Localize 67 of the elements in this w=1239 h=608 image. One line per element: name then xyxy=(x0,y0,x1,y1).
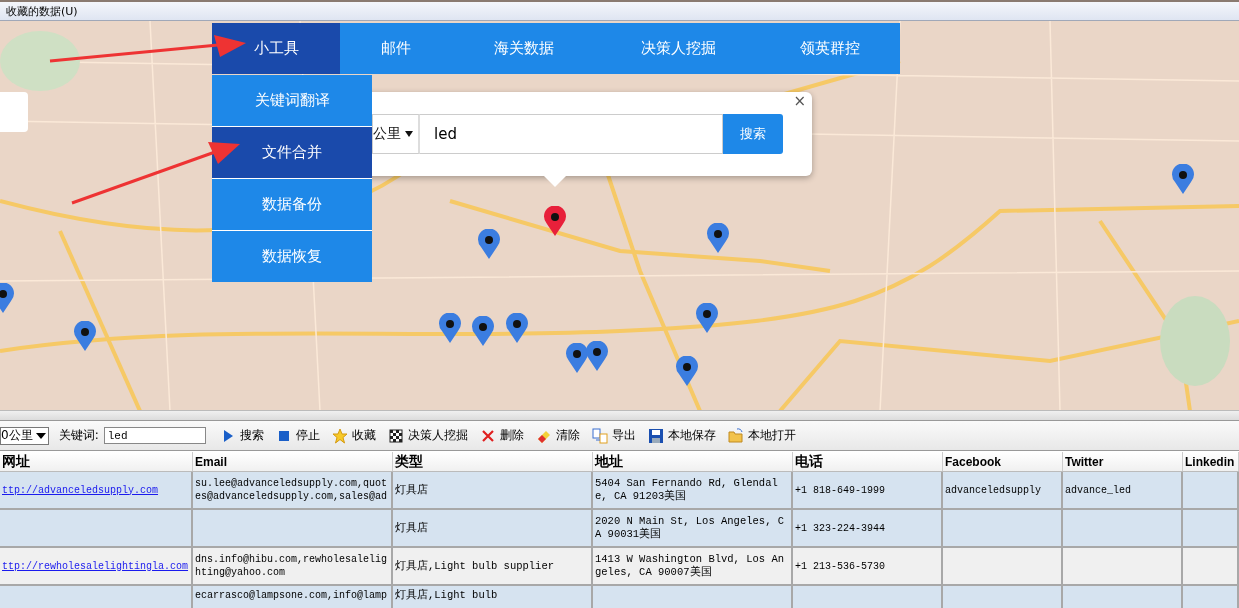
map-pin-icon[interactable] xyxy=(544,206,566,236)
flag-icon xyxy=(387,427,404,444)
close-icon[interactable]: × xyxy=(793,92,806,110)
table-cell: +1 213-536-5730 xyxy=(795,559,885,573)
map-pin-icon[interactable] xyxy=(478,229,500,259)
column-header[interactable]: Twitter xyxy=(1063,452,1183,471)
toolbar-button[interactable]: 收藏 xyxy=(327,424,382,447)
export-icon xyxy=(591,427,608,444)
toolbar-button[interactable]: 搜索 xyxy=(215,424,270,447)
menu-item[interactable]: 数据恢复 xyxy=(212,231,372,282)
toolbar-button[interactable]: 停止 xyxy=(271,424,326,447)
map-pin-icon[interactable] xyxy=(676,356,698,386)
caret-icon xyxy=(35,432,46,439)
map-pin-icon[interactable] xyxy=(439,313,461,343)
table-cell: ecarrasco@lampsone.com,info@lamp xyxy=(195,589,388,602)
menu-item[interactable]: 收藏的数据(U) xyxy=(6,3,78,19)
toolbar-button[interactable]: 清除 xyxy=(531,424,586,447)
table-cell: 灯具店 xyxy=(395,483,428,497)
table-cell: dns.info@hibu.com,rewholesalelighting@yahoo.com xyxy=(195,553,389,579)
toolbar-button[interactable]: 本地打开 xyxy=(723,424,802,447)
menu-item[interactable]: 文件合并 xyxy=(212,127,372,178)
column-header[interactable]: Email xyxy=(193,452,393,471)
keyword-label: 关键词: xyxy=(58,427,99,444)
column-header[interactable]: 类型 xyxy=(393,452,593,471)
horizontal-scrollbar[interactable] xyxy=(0,410,1239,421)
table-cell: 灯具店,Light bulb supplier xyxy=(395,559,555,573)
table-cell-text: 1413 W Washington Blvd, Los Angeles, CA 90007美国 xyxy=(595,553,786,579)
column-header[interactable]: 网址 xyxy=(0,452,193,471)
map-pin-icon[interactable] xyxy=(566,343,588,373)
table-cell: 灯具店 xyxy=(395,521,428,535)
toolbar-button[interactable]: 决策人挖掘 xyxy=(383,424,474,447)
search-button[interactable]: 搜索 xyxy=(723,114,783,154)
table-cell-text: 5404 San Fernando Rd, Glendale, CA 91203美国 xyxy=(595,477,779,503)
website-link[interactable]: ttp://rewholesalelightingla.com xyxy=(2,559,189,573)
website-link[interactable]: ttp://advanceledsupply.com xyxy=(2,483,159,497)
map-pin-icon[interactable] xyxy=(74,321,96,351)
table-cell-text: 2020 N Main St, Los Angeles, CA 90031美国 xyxy=(595,515,786,541)
column-header[interactable]: 电话 xyxy=(793,452,943,471)
nav-tab[interactable]: 小工具 xyxy=(212,23,340,74)
cross-icon xyxy=(479,427,496,444)
star-icon xyxy=(331,427,348,444)
toolbar-button[interactable]: 删除 xyxy=(475,424,530,447)
map-pin-icon[interactable] xyxy=(707,223,729,253)
column-header[interactable]: Linkedin xyxy=(1183,452,1239,471)
menu-item[interactable]: 关键词翻译 xyxy=(212,75,372,126)
table-cell: 灯具店,Light bulb xyxy=(395,589,498,602)
map-pin-icon[interactable] xyxy=(586,341,608,371)
caret-icon xyxy=(405,131,413,137)
table-cell: +1 818-649-1999 xyxy=(795,483,885,497)
menu-item[interactable]: 数据备份 xyxy=(212,179,372,230)
keyword-input[interactable]: led xyxy=(420,114,723,154)
column-header[interactable]: 地址 xyxy=(593,452,793,471)
table-cell: advanceledsupply xyxy=(945,483,1041,497)
distance-dropdown[interactable]: 0公里 xyxy=(0,426,49,445)
popup-panel xyxy=(0,92,28,132)
map-pin-icon[interactable] xyxy=(696,303,718,333)
toolbar-button[interactable]: 本地保存 xyxy=(643,424,722,447)
table-cell: +1 323-224-3944 xyxy=(795,521,885,535)
toolbar-button[interactable]: 导出 xyxy=(587,424,642,447)
map-pin-icon[interactable] xyxy=(506,313,528,343)
column-header[interactable]: Facebook xyxy=(943,452,1063,471)
map-pin-icon[interactable] xyxy=(472,316,494,346)
folder-icon xyxy=(727,427,744,444)
keyword-input[interactable]: led xyxy=(103,427,206,444)
map-pin-icon[interactable] xyxy=(1172,164,1194,194)
table-cell: su.lee@advanceledsupply.com,quotes@advanceledsupply.com,sales@ad xyxy=(195,477,389,503)
table-cell: advance_led xyxy=(1065,483,1131,497)
